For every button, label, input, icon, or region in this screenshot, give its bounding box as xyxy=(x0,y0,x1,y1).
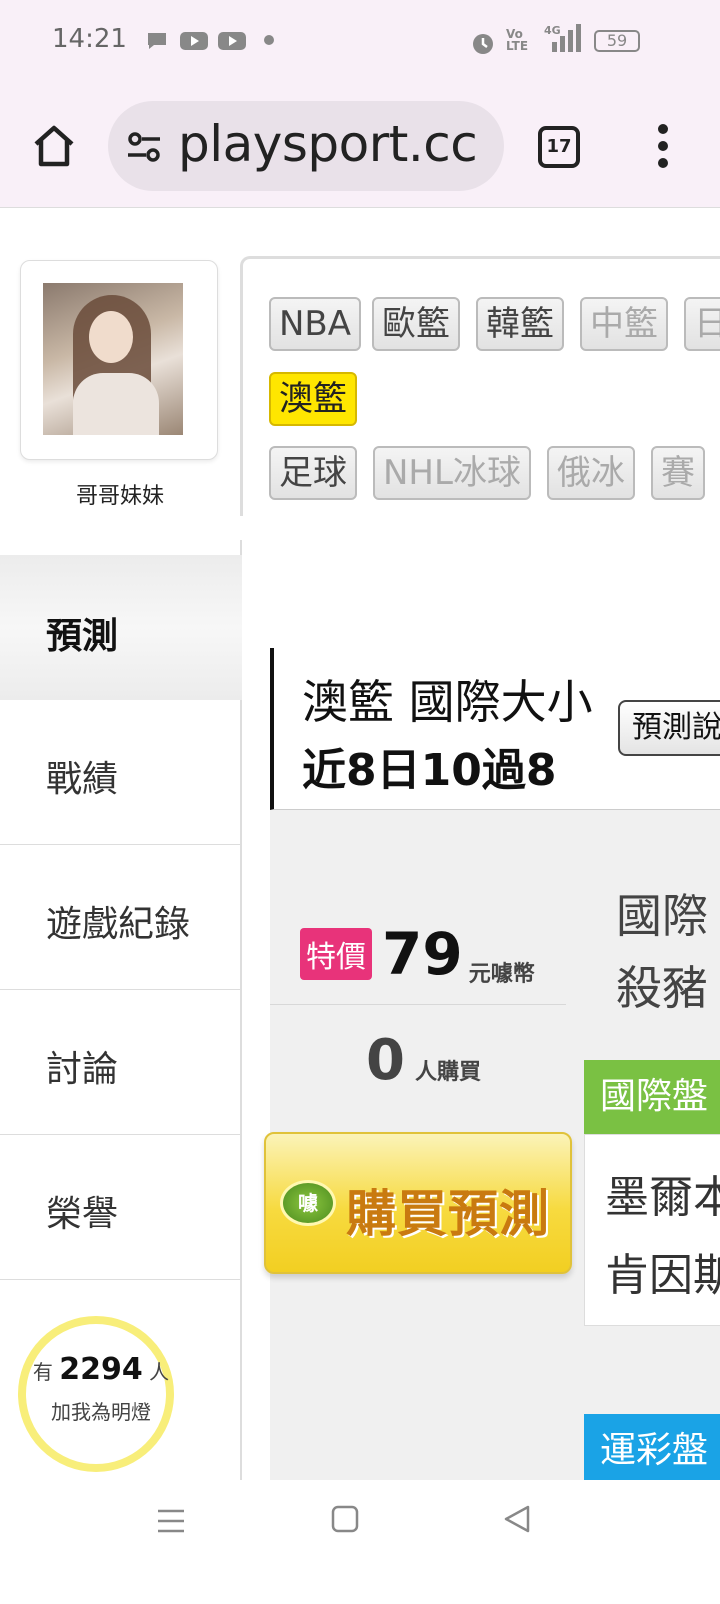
profile-card[interactable] xyxy=(20,260,218,460)
fans-suffix: 人 xyxy=(149,1360,170,1384)
battery-level: 59 xyxy=(606,31,628,50)
coin-icon: 噱 xyxy=(280,1180,336,1226)
sidebar-item-record[interactable]: 戰績 xyxy=(0,700,242,845)
league-tag-japan-basketball[interactable]: 日 xyxy=(684,297,720,351)
sidebar-item-discuss[interactable]: 討論 xyxy=(0,990,242,1135)
more-menu-icon[interactable] xyxy=(656,124,670,170)
avatar[interactable] xyxy=(43,283,183,435)
fans-badge[interactable]: 有 2294 人 加我為明燈 xyxy=(18,1316,174,1472)
prediction-header: 澳籃 國際大小 近8日10過8 預測說 xyxy=(270,648,720,810)
volte-icon: Vo LTE xyxy=(506,27,529,53)
price-row: 特價 79 元噱幣 xyxy=(300,920,535,988)
price-unit: 元噱幣 xyxy=(468,962,535,987)
url-text: playsport.cc xyxy=(178,115,478,173)
summary-line: 殺豬 xyxy=(616,961,708,1015)
fans-count: 2294 xyxy=(59,1352,143,1387)
signal-4g-icon: 4G xyxy=(544,24,581,52)
sidebar-item-label: 討論 xyxy=(46,1049,119,1090)
intl-odds-header: 國際盤 xyxy=(584,1060,720,1134)
recent-apps-icon[interactable] xyxy=(156,1506,186,1536)
battery-icon: 59 xyxy=(594,30,640,52)
league-tag-aus-basketball[interactable]: 澳籃 xyxy=(269,372,357,426)
team-name: 墨爾本 xyxy=(605,1172,720,1223)
home-icon[interactable] xyxy=(30,122,78,170)
status-time: 14:21 xyxy=(52,24,127,54)
prediction-card: 特價 79 元噱幣 0 人購買 噱 購買預測 國際 殺豬 國際盤 墨爾本 肯因斯 運彩… xyxy=(264,810,720,1484)
sidebar-item-label: 榮譽 xyxy=(46,1194,119,1235)
prediction-summary: 國際 殺豬 xyxy=(616,880,708,1024)
special-price-badge: 特價 xyxy=(300,928,372,980)
league-tag-china-basketball[interactable]: 中籃 xyxy=(580,297,668,351)
league-tag-euro-basketball[interactable]: 歐籃 xyxy=(372,297,460,351)
site-settings-icon[interactable] xyxy=(126,129,162,165)
fans-count-line: 有 2294 人 xyxy=(26,1352,176,1387)
prediction-info-button[interactable]: 預測說 xyxy=(618,700,720,756)
sidebar-item-label: 戰績 xyxy=(46,759,119,800)
buyers-row: 0 人購買 xyxy=(366,1028,481,1093)
league-tag-soccer[interactable]: 足球 xyxy=(269,446,357,500)
svg-text:4G: 4G xyxy=(544,24,561,37)
buyers-label: 人購買 xyxy=(414,1060,481,1085)
league-tag-nba[interactable]: NBA xyxy=(269,297,362,351)
sidebar-item-label: 預測 xyxy=(46,616,119,657)
dot-icon xyxy=(264,35,274,45)
league-tag-racing[interactable]: 賽 xyxy=(651,446,705,500)
lottery-odds-header: 運彩盤 xyxy=(584,1414,720,1484)
youtube-icon xyxy=(180,32,208,50)
sidebar-item-honor[interactable]: 榮譽 xyxy=(0,1135,242,1280)
status-bar: 14:21 Vo LTE 4G 59 xyxy=(0,0,720,84)
alarm-icon xyxy=(473,34,493,54)
sidebar-item-label: 遊戲紀錄 xyxy=(46,904,191,945)
price-value: 79 xyxy=(382,920,463,988)
screen: 14:21 Vo LTE 4G 59 playsport.cc 17 哥哥妹妹 預… xyxy=(0,0,720,1604)
prediction-title: 澳籃 國際大小 xyxy=(302,675,593,729)
sidebar-item-game-history[interactable]: 遊戲紀錄 xyxy=(0,845,242,990)
browser-toolbar: playsport.cc 17 xyxy=(0,84,720,208)
divider xyxy=(270,1004,566,1005)
tab-switcher-button[interactable]: 17 xyxy=(538,126,580,168)
buy-prediction-label: 購買預測 xyxy=(346,1185,550,1243)
team-name: 肯因斯 xyxy=(605,1250,720,1301)
league-tag-nhl[interactable]: NHL冰球 xyxy=(373,446,531,500)
summary-line: 國際 xyxy=(616,889,708,943)
sidebar-nav: 預測 戰績 遊戲紀錄 討論 榮譽 xyxy=(0,555,242,1280)
game-card[interactable]: 墨爾本 肯因斯 xyxy=(584,1134,720,1326)
league-tag-russia-hockey[interactable]: 俄冰 xyxy=(547,446,635,500)
sidebar-item-predict[interactable]: 預測 xyxy=(0,555,242,700)
youtube-icon xyxy=(218,32,246,50)
buyers-count: 0 xyxy=(366,1028,405,1093)
prediction-streak: 近8日10過8 xyxy=(302,745,557,796)
fans-text: 加我為明燈 xyxy=(51,1400,151,1424)
fans-prefix: 有 xyxy=(32,1360,53,1384)
profile-name[interactable]: 哥哥妹妹 xyxy=(0,478,240,510)
system-nav-bar xyxy=(0,1480,720,1604)
buy-prediction-button[interactable]: 噱 購買預測 xyxy=(264,1132,572,1274)
back-icon[interactable] xyxy=(502,1504,532,1534)
chat-icon xyxy=(148,33,166,49)
league-tag-korea-basketball[interactable]: 韓籃 xyxy=(476,297,564,351)
home-nav-icon[interactable] xyxy=(330,1504,360,1534)
address-bar[interactable]: playsport.cc xyxy=(108,101,504,191)
